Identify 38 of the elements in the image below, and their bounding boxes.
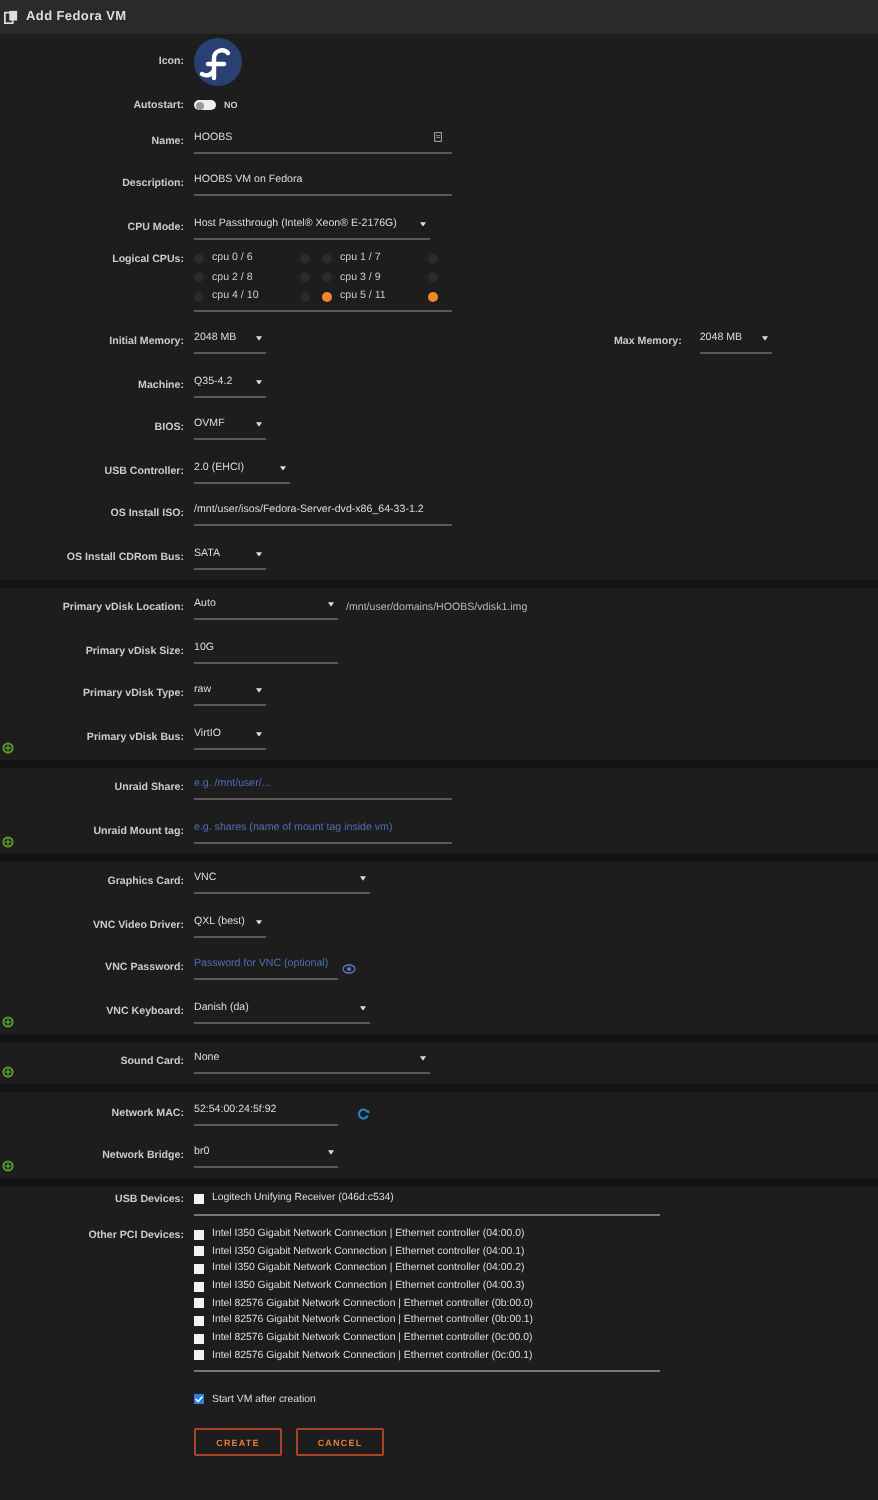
caret-icon bbox=[420, 221, 426, 226]
caret-icon bbox=[280, 465, 286, 470]
checkbox[interactable] bbox=[194, 1394, 204, 1405]
caret-icon bbox=[256, 422, 262, 427]
checkbox[interactable] bbox=[194, 1333, 204, 1344]
add-icon[interactable] bbox=[2, 1160, 14, 1172]
checkbox[interactable] bbox=[194, 1281, 204, 1292]
logo-icon bbox=[194, 38, 242, 86]
checkbox[interactable] bbox=[194, 1263, 204, 1274]
checkbox[interactable] bbox=[194, 1350, 204, 1361]
caret-icon bbox=[761, 336, 768, 341]
copy-icon bbox=[4, 10, 18, 24]
caret-icon bbox=[256, 688, 262, 693]
eye-icon[interactable] bbox=[342, 963, 356, 974]
caret-icon bbox=[256, 551, 262, 556]
add-icon[interactable] bbox=[2, 1066, 14, 1078]
caret-icon bbox=[360, 1005, 366, 1010]
add-icon[interactable] bbox=[2, 835, 14, 847]
caret-icon bbox=[256, 919, 262, 924]
checkbox[interactable] bbox=[194, 1315, 204, 1326]
caret-icon bbox=[256, 336, 262, 341]
caret-icon bbox=[360, 876, 366, 881]
refresh-icon[interactable] bbox=[358, 1107, 370, 1120]
caret-icon bbox=[420, 1056, 426, 1061]
checkbox[interactable] bbox=[194, 1229, 204, 1240]
add-icon[interactable] bbox=[2, 741, 14, 753]
autostart-toggle[interactable] bbox=[194, 100, 216, 110]
checkbox[interactable] bbox=[194, 1298, 204, 1309]
checkbox[interactable] bbox=[194, 1193, 204, 1204]
caret-icon bbox=[256, 379, 262, 384]
cpu-toggle[interactable] bbox=[322, 291, 332, 302]
clipboard-icon[interactable] bbox=[434, 132, 442, 143]
caret-icon bbox=[256, 731, 262, 736]
checkbox[interactable] bbox=[194, 1246, 204, 1257]
add-icon[interactable] bbox=[2, 1015, 14, 1027]
caret-icon bbox=[328, 602, 334, 607]
cpu-toggle[interactable] bbox=[428, 291, 438, 302]
caret-icon bbox=[328, 1150, 334, 1155]
